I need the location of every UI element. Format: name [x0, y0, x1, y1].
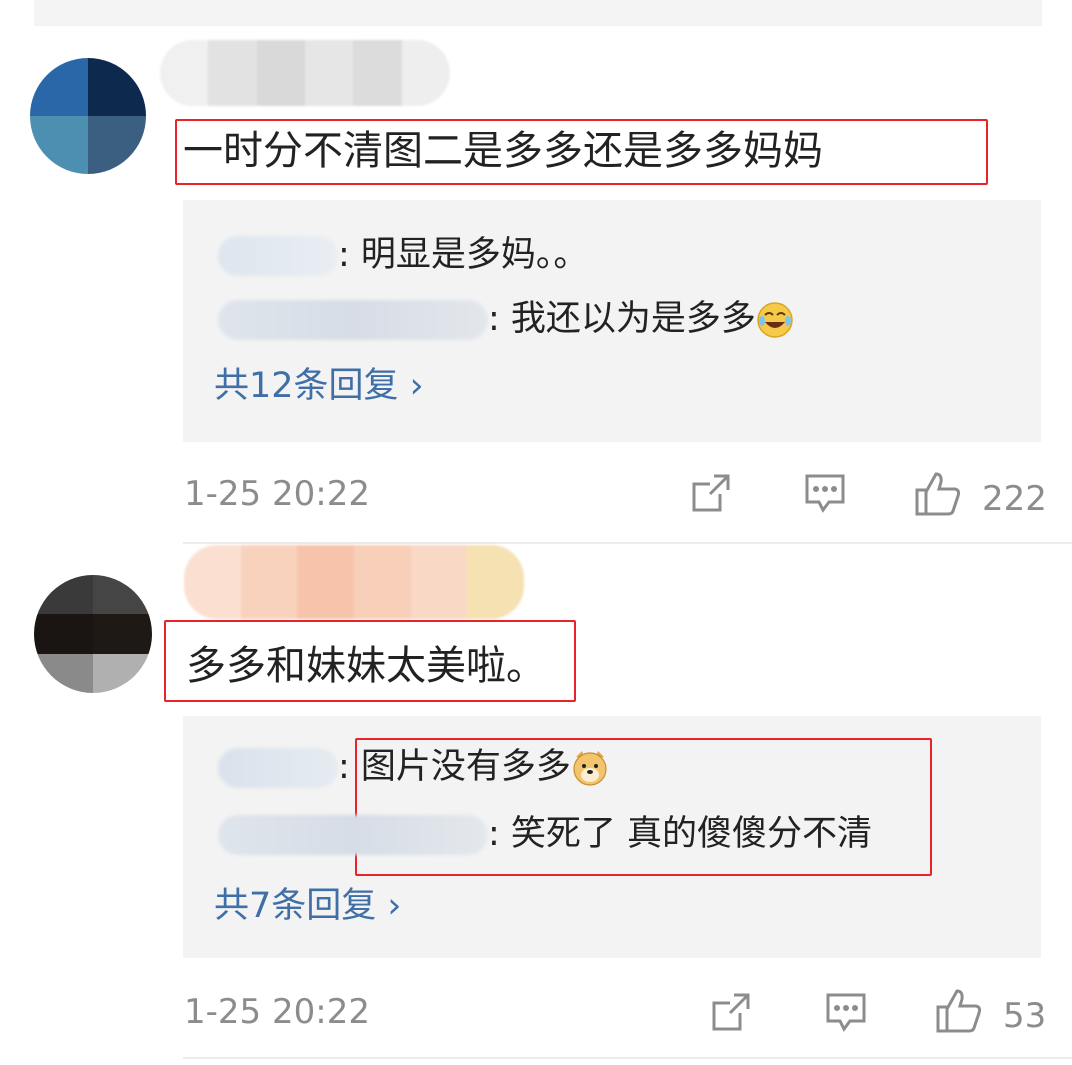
comment-time: 1-25 20:22 [184, 474, 370, 514]
share-button[interactable] [690, 472, 732, 523]
comment-time: 1-25 20:22 [184, 992, 370, 1032]
reply-text: : 明显是多妈。。 [338, 235, 589, 275]
view-more-replies-link[interactable]: 共12条回复 › [214, 361, 424, 411]
comment-button[interactable] [803, 472, 847, 525]
avatar[interactable] [34, 575, 152, 693]
share-icon [710, 991, 752, 1042]
reply-text: : 我还以为是多多 [488, 299, 756, 339]
comment-icon [824, 991, 868, 1044]
laughing-crying-emoji [756, 301, 794, 339]
comment-text: 多多和妹妹太美啦。 [186, 643, 546, 689]
comment-item: 一时分不清图二是多多还是多多妈妈 : 明显是多妈。。 : 我还以为是多多 共12… [0, 0, 1072, 545]
avatar[interactable] [30, 58, 146, 174]
reply-text: : 图片没有多多 [338, 747, 571, 787]
username-redacted[interactable] [160, 40, 450, 106]
doge-emoji [571, 749, 609, 787]
thumbs-up-icon [935, 987, 983, 1044]
reply-author-redacted[interactable] [218, 300, 488, 340]
reply-text: : 笑死了 真的傻傻分不清 [488, 814, 873, 854]
reply-line[interactable]: : 图片没有多多 [218, 742, 609, 792]
reply-line[interactable]: : 笑死了 真的傻傻分不清 [218, 809, 872, 859]
comment-item: 多多和妹妹太美啦。 : 图片没有多多 : 笑死了 真的傻傻分不清 共7条回复 ›… [0, 545, 1072, 1065]
divider [183, 1057, 1072, 1059]
share-icon [690, 472, 732, 523]
like-button[interactable]: 53 [935, 987, 1046, 1044]
view-more-replies-link[interactable]: 共7条回复 › [214, 881, 401, 931]
thumbs-up-icon [914, 470, 962, 527]
reply-author-redacted[interactable] [218, 236, 338, 276]
comment-button[interactable] [824, 991, 868, 1044]
reply-author-redacted[interactable] [218, 748, 338, 788]
reply-author-redacted[interactable] [218, 815, 488, 855]
reply-line[interactable]: : 我还以为是多多 [218, 294, 794, 344]
username-redacted[interactable] [184, 545, 524, 619]
divider [183, 542, 1072, 544]
comment-text: 一时分不清图二是多多还是多多妈妈 [183, 128, 823, 174]
reply-line[interactable]: : 明显是多妈。。 [218, 230, 588, 280]
comment-icon [803, 472, 847, 525]
like-button[interactable]: 222 [914, 470, 1047, 527]
like-count: 222 [982, 478, 1047, 519]
share-button[interactable] [710, 991, 752, 1042]
like-count: 53 [1003, 995, 1047, 1036]
